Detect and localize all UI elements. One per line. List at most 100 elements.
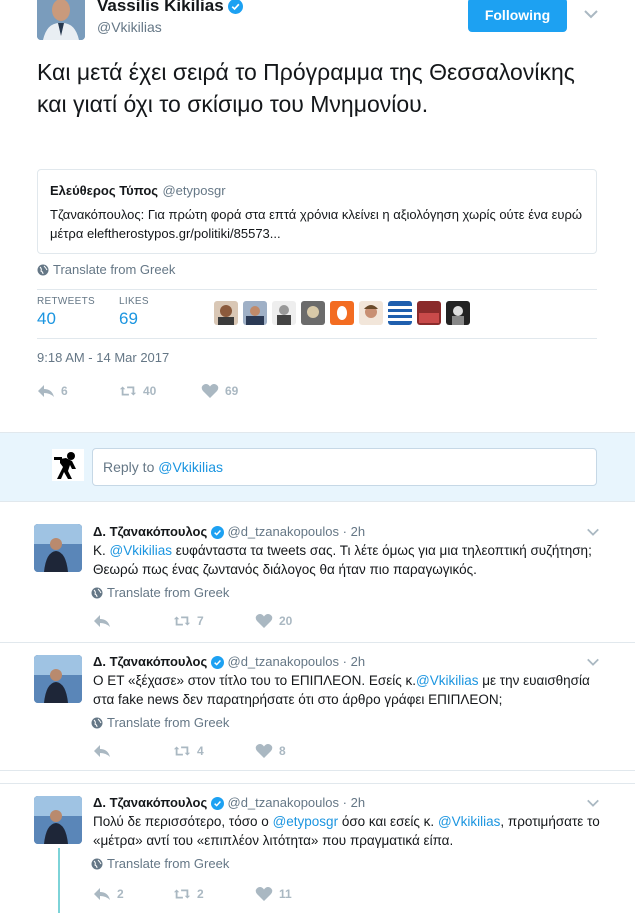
verified-badge-icon [210, 526, 224, 540]
reply-input[interactable]: Reply to @Vkikilias [92, 448, 597, 486]
translate-link[interactable]: Translate from Greek [91, 715, 229, 730]
reply-actions: 4 8 [93, 743, 286, 759]
retweet-count: 4 [197, 744, 204, 758]
reply-header: Δ. Τζανακόπουλος @d_tzanakopoulos · 2h [93, 795, 366, 811]
retweets-label: RETWEETS [37, 296, 95, 307]
liker-avatar[interactable] [417, 301, 441, 325]
mention-link[interactable]: @Vkikilias [416, 673, 478, 688]
translate-link[interactable]: Translate from Greek [37, 262, 175, 277]
like-action[interactable]: 20 [255, 613, 292, 629]
chevron-down-icon[interactable] [583, 6, 599, 22]
translate-link[interactable]: Translate from Greek [91, 585, 229, 600]
author-handle[interactable]: @Vkikilias [97, 19, 162, 35]
mention-link[interactable]: @etyposgr [273, 814, 338, 829]
reply-text: Κ. @Vkikilias ευφάνταστα τα tweets σας. … [93, 541, 613, 579]
liker-avatar[interactable] [388, 301, 412, 325]
retweet-action[interactable]: 4 [173, 743, 255, 759]
liker-avatar[interactable] [359, 301, 383, 325]
reply-time[interactable]: 2h [351, 524, 365, 539]
chevron-down-icon[interactable] [586, 655, 600, 669]
reply-action[interactable]: 2 [93, 886, 173, 902]
retweet-action[interactable]: 40 [119, 383, 201, 399]
reply-action[interactable]: 6 [37, 383, 119, 399]
like-action[interactable]: 8 [255, 743, 286, 759]
reply-tweet[interactable]: Δ. Τζανακόπουλος @d_tzanakopoulos · 2h Κ… [0, 503, 635, 643]
reply-author-name[interactable]: Δ. Τζανακόπουλος [93, 795, 207, 810]
quote-author-name: Ελεύθερος Τύπος [50, 183, 159, 198]
reply-time[interactable]: 2h [351, 654, 365, 669]
globe-icon [91, 717, 103, 728]
reply-action[interactable] [93, 743, 173, 759]
tweet-text: Και μετά έχει σειρά το Πρόγραμμα της Θεσ… [37, 59, 575, 117]
retweets-count[interactable]: 40 [37, 309, 95, 329]
heart-icon [255, 887, 273, 901]
reply-actions: 2 2 11 [93, 886, 292, 902]
author-name[interactable]: Vassilis Kikilias [97, 0, 244, 16]
like-count: 11 [279, 887, 292, 901]
retweet-icon [173, 616, 191, 626]
author-name-text[interactable]: Vassilis Kikilias [97, 0, 224, 15]
likes-count[interactable]: 69 [119, 309, 149, 329]
reply-avatar[interactable] [34, 796, 82, 844]
reply-tweet[interactable]: Δ. Τζανακόπουλος @d_tzanakopoulos · 2h Ο… [0, 643, 635, 771]
liker-avatar[interactable] [272, 301, 296, 325]
reply-icon [94, 745, 110, 757]
reply-action[interactable] [93, 613, 173, 629]
reply-input-prefix: Reply to [103, 459, 159, 475]
reply-author-handle[interactable]: @d_tzanakopoulos [228, 524, 340, 539]
heart-icon [255, 614, 273, 628]
tweet-timestamp[interactable]: 9:18 AM - 14 Mar 2017 [37, 350, 169, 365]
likers-avatars [214, 301, 470, 325]
globe-icon [91, 587, 103, 598]
likes-stat[interactable]: LIKES 69 [119, 296, 149, 329]
reply-text: Ο ΕΤ «ξέχασε» στον τίτλο του το ΕΠΙΠΛΕΟΝ… [93, 671, 613, 709]
like-action[interactable]: 11 [255, 886, 292, 902]
like-count: 20 [279, 614, 293, 628]
reply-text-part: όσο και εσείς κ. [338, 814, 438, 829]
following-button[interactable]: Following [468, 0, 567, 32]
reply-author-name[interactable]: Δ. Τζανακόπουλος [93, 524, 207, 539]
like-action[interactable]: 69 [201, 383, 238, 399]
reply-author-handle[interactable]: @d_tzanakopoulos [228, 654, 340, 669]
mention-link[interactable]: @Vkikilias [438, 814, 500, 829]
mention-link[interactable]: @Vkikilias [110, 543, 172, 558]
chevron-down-icon[interactable] [586, 796, 600, 810]
heart-icon [201, 384, 219, 398]
retweet-action[interactable]: 2 [173, 886, 255, 902]
reply-icon [94, 615, 110, 627]
reply-avatar[interactable] [34, 655, 82, 703]
reply-count: 6 [61, 384, 68, 398]
liker-avatar[interactable] [446, 301, 470, 325]
reply-text: Πολύ δε περισσότερο, τόσο ο @etyposgr όσ… [93, 812, 613, 850]
liker-avatar[interactable] [301, 301, 325, 325]
retweet-action[interactable]: 7 [173, 613, 255, 629]
liker-avatar[interactable] [214, 301, 238, 325]
reply-author-handle[interactable]: @d_tzanakopoulos [228, 795, 340, 810]
reply-tweet[interactable]: Δ. Τζανακόπουλος @d_tzanakopoulos · 2h Π… [0, 783, 635, 913]
retweet-count: 2 [197, 887, 204, 901]
reply-author-name[interactable]: Δ. Τζανακόπουλος [93, 654, 207, 669]
reply-text-part: Πολύ δε περισσότερο, τόσο ο [93, 814, 273, 829]
likes-label: LIKES [119, 296, 149, 307]
retweets-stat[interactable]: RETWEETS 40 [37, 296, 95, 329]
liker-avatar[interactable] [243, 301, 267, 325]
verified-badge-icon [210, 656, 224, 670]
translate-link[interactable]: Translate from Greek [91, 856, 229, 871]
quoted-tweet[interactable]: Ελεύθερος Τύπος @etyposgr Τζανακόπουλος:… [37, 169, 597, 254]
retweet-count: 40 [143, 384, 157, 398]
chevron-down-icon[interactable] [586, 525, 600, 539]
translate-label[interactable]: Translate from Greek [107, 715, 229, 730]
reply-avatar[interactable] [34, 524, 82, 572]
translate-label[interactable]: Translate from Greek [53, 262, 175, 277]
current-user-avatar[interactable] [52, 449, 84, 481]
reply-count: 2 [117, 887, 124, 901]
retweet-count: 7 [197, 614, 204, 628]
translate-label[interactable]: Translate from Greek [107, 856, 229, 871]
translate-label[interactable]: Translate from Greek [107, 585, 229, 600]
author-avatar[interactable] [37, 0, 85, 40]
liker-avatar[interactable] [330, 301, 354, 325]
reply-input-mention: @Vkikilias [158, 459, 224, 475]
reply-time[interactable]: 2h [351, 795, 365, 810]
verified-badge-icon [228, 0, 244, 15]
heart-icon [255, 744, 273, 758]
